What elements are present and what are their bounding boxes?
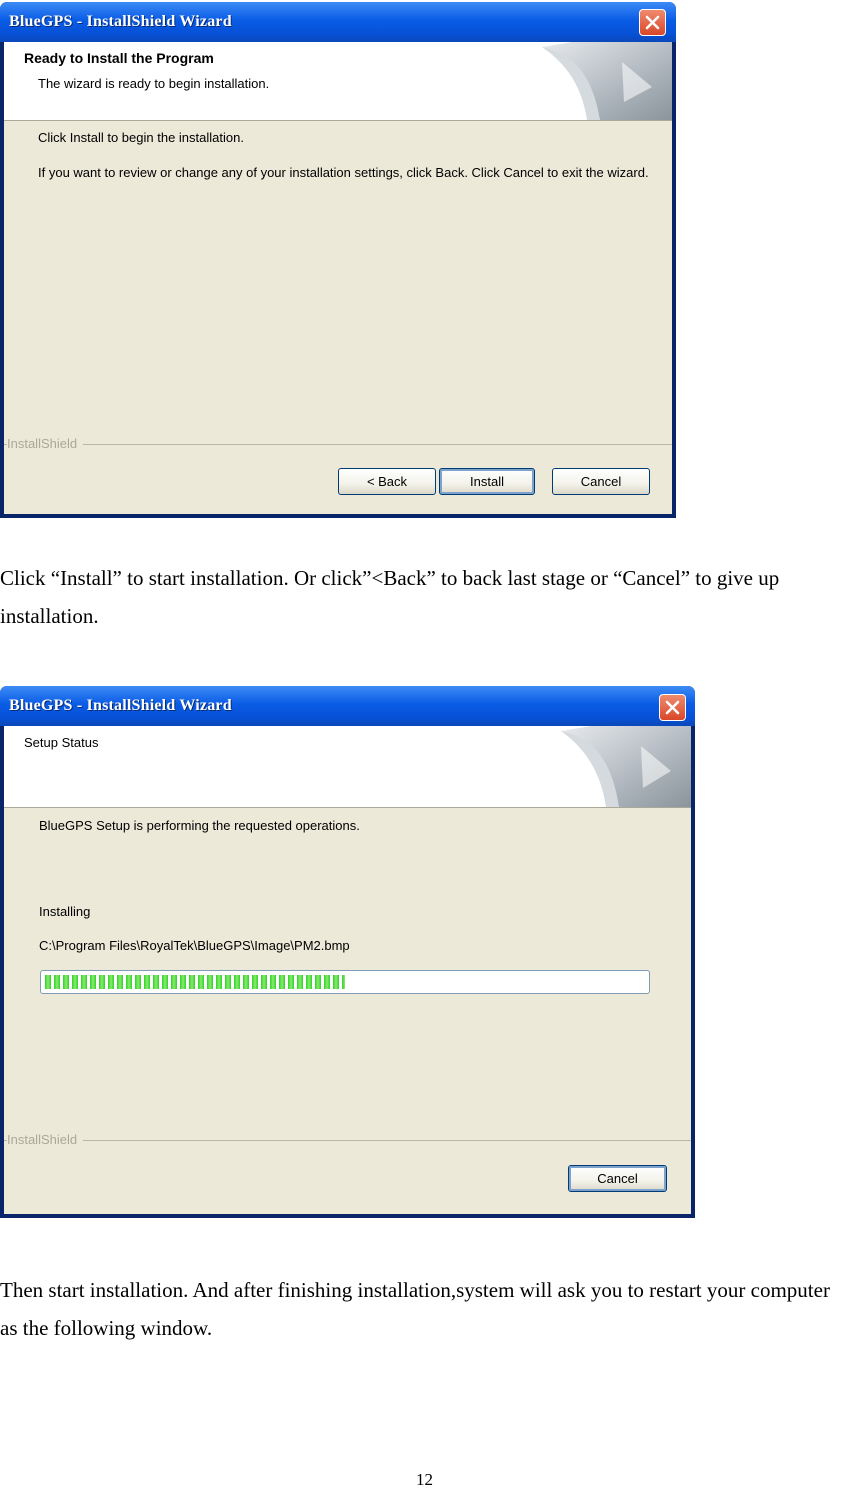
page-number: 12 (416, 1470, 433, 1489)
progress-fill (45, 975, 345, 989)
title-bar[interactable]: BlueGPS - InstallShield Wizard (0, 2, 676, 42)
wizard-corner-graphic (542, 42, 672, 120)
cancel-button[interactable]: Cancel (552, 468, 650, 495)
install-button[interactable]: Install (439, 468, 535, 495)
install-progress-bar (40, 970, 650, 994)
close-button-2[interactable] (659, 694, 686, 721)
close-button[interactable] (639, 9, 666, 36)
header-title: Ready to Install the Program (24, 50, 214, 66)
installshield-brand-2: InstallShield (7, 1132, 84, 1147)
title-bar-2[interactable]: BlueGPS - InstallShield Wizard (0, 686, 695, 726)
brand-divider-2 (4, 1140, 691, 1141)
setup-status-window: BlueGPS - InstallShield Wizard Setup Sta… (0, 686, 695, 1218)
window-title-2: BlueGPS - InstallShield Wizard (9, 697, 232, 714)
header-subtitle: The wizard is ready to begin installatio… (38, 76, 270, 91)
instruction-line-2: If you want to review or change any of y… (38, 165, 649, 180)
wizard-header-2: Setup Status (4, 726, 691, 808)
installing-label: Installing (39, 904, 91, 919)
brand-divider (4, 444, 672, 445)
header-subtitle-2: Setup Status (24, 735, 99, 750)
wizard-corner-graphic (561, 726, 691, 807)
wizard-header: Ready to Install the Program The wizard … (4, 42, 672, 121)
wizard-client-area: Ready to Install the Program The wizard … (4, 42, 672, 514)
current-file-path: C:\Program Files\RoyalTek\BlueGPS\Image\… (39, 938, 350, 953)
close-icon (645, 15, 660, 30)
instruction-line-1: Click Install to begin the installation. (38, 130, 244, 145)
installshield-brand: InstallShield (7, 436, 84, 451)
status-line: BlueGPS Setup is performing the requeste… (39, 818, 360, 833)
back-button[interactable]: < Back (338, 468, 436, 495)
close-icon (665, 700, 680, 715)
instruction-paragraph-2: Then start installation. And after finis… (0, 1278, 830, 1340)
instruction-paragraph-1: Click “Install” to start installation. O… (0, 566, 780, 628)
cancel-button-2[interactable]: Cancel (568, 1165, 667, 1192)
install-wizard-window: BlueGPS - InstallShield Wizard Ready to … (0, 2, 676, 518)
wizard-client-area-2: Setup Status BlueGPS Setup is performing… (4, 726, 691, 1214)
window-title: BlueGPS - InstallShield Wizard (9, 13, 232, 30)
